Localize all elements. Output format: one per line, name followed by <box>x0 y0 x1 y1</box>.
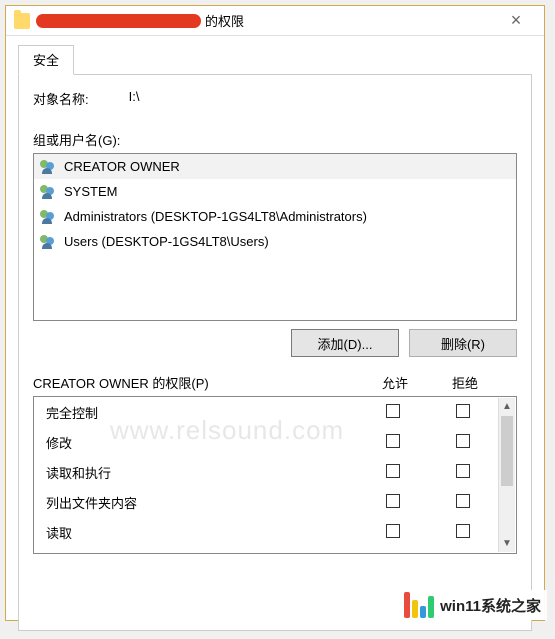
user-row[interactable]: Administrators (DESKTOP-1GS4LT8\Administ… <box>34 204 516 229</box>
deny-checkbox[interactable] <box>456 524 470 538</box>
object-row: 对象名称: I:\ <box>33 89 517 108</box>
permission-row: 读取和执行 <box>34 457 498 487</box>
permissions-body: 完全控制修改读取和执行列出文件夹内容读取 <box>34 397 498 553</box>
object-name-label: 对象名称: <box>33 89 89 108</box>
close-button[interactable]: × <box>496 7 536 35</box>
permissions-dialog: 的权限 × 安全 对象名称: I:\ 组或用户名(G): CREATOR OWN… <box>5 5 545 621</box>
allow-checkbox[interactable] <box>386 404 400 418</box>
brand-badge: win11系统之家 <box>398 590 547 620</box>
tab-security[interactable]: 安全 <box>18 45 74 75</box>
user-buttons: 添加(D)... 删除(R) <box>33 329 517 357</box>
deny-checkbox[interactable] <box>456 404 470 418</box>
permission-name: 列出文件夹内容 <box>34 493 358 512</box>
permission-name: 完全控制 <box>34 403 358 422</box>
users-icon <box>40 185 58 199</box>
users-icon <box>40 160 58 174</box>
user-list[interactable]: CREATOR OWNER SYSTEM Administrators (DESKT… <box>33 153 517 321</box>
permissions-header: CREATOR OWNER 的权限(P) 允许 拒绝 <box>33 373 517 392</box>
deny-checkbox[interactable] <box>456 494 470 508</box>
permissions-list: 完全控制修改读取和执行列出文件夹内容读取 ▲ ▼ <box>33 396 517 554</box>
scrollbar[interactable]: ▲ ▼ <box>498 398 515 552</box>
allow-checkbox[interactable] <box>386 524 400 538</box>
column-deny: 拒绝 <box>430 373 500 392</box>
tab-strip: 安全 <box>18 44 532 75</box>
group-users-label: 组或用户名(G): <box>33 130 517 149</box>
user-name: SYSTEM <box>64 184 117 199</box>
redacted-title <box>36 14 201 28</box>
permission-name: 修改 <box>34 433 358 452</box>
user-row[interactable]: Users (DESKTOP-1GS4LT8\Users) <box>34 229 516 254</box>
brand-logo-icon <box>404 592 434 618</box>
user-name: Administrators (DESKTOP-1GS4LT8\Administ… <box>64 209 367 224</box>
permission-row: 列出文件夹内容 <box>34 487 498 517</box>
user-row[interactable]: CREATOR OWNER <box>34 154 516 179</box>
permission-row: 修改 <box>34 427 498 457</box>
title-suffix: 的权限 <box>205 11 244 30</box>
user-row[interactable]: SYSTEM <box>34 179 516 204</box>
allow-checkbox[interactable] <box>386 464 400 478</box>
deny-checkbox[interactable] <box>456 464 470 478</box>
folder-icon <box>14 13 30 29</box>
close-icon: × <box>511 10 522 31</box>
permission-name: 读取和执行 <box>34 463 358 482</box>
user-name: CREATOR OWNER <box>64 159 180 174</box>
permissions-title: CREATOR OWNER 的权限(P) <box>33 373 360 392</box>
scroll-down-icon[interactable]: ▼ <box>499 535 515 552</box>
remove-button[interactable]: 删除(R) <box>409 329 517 357</box>
permission-row: 读取 <box>34 517 498 547</box>
scroll-up-icon[interactable]: ▲ <box>499 398 515 415</box>
dialog-content: 安全 对象名称: I:\ 组或用户名(G): CREATOR OWNER SYST… <box>6 36 544 639</box>
tab-panel-security: 对象名称: I:\ 组或用户名(G): CREATOR OWNER SYSTEM A… <box>18 75 532 631</box>
column-allow: 允许 <box>360 373 430 392</box>
allow-checkbox[interactable] <box>386 434 400 448</box>
permission-name: 读取 <box>34 523 358 542</box>
add-button[interactable]: 添加(D)... <box>291 329 399 357</box>
users-icon <box>40 235 58 249</box>
user-name: Users (DESKTOP-1GS4LT8\Users) <box>64 234 269 249</box>
object-name-value: I:\ <box>129 89 140 108</box>
scroll-thumb[interactable] <box>501 416 513 486</box>
deny-checkbox[interactable] <box>456 434 470 448</box>
allow-checkbox[interactable] <box>386 494 400 508</box>
users-icon <box>40 210 58 224</box>
brand-text: win11系统之家 <box>440 595 541 616</box>
permission-row: 完全控制 <box>34 397 498 427</box>
title-bar: 的权限 × <box>6 6 544 36</box>
